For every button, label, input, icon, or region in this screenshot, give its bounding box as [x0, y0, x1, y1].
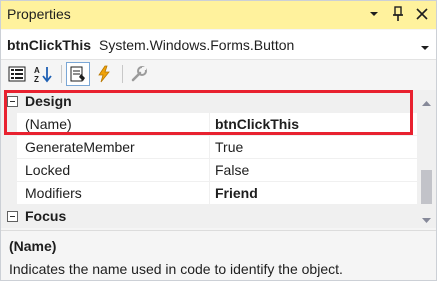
property-grid: Design (Name) btnClickThis GenerateMembe… — [1, 90, 417, 228]
property-name: Locked — [25, 162, 71, 178]
property-name: Modifiers — [25, 185, 82, 201]
row-gutter — [1, 159, 17, 182]
property-value[interactable]: True — [215, 139, 243, 155]
selected-object-name: btnClickThis — [7, 37, 92, 53]
object-selector[interactable]: btnClickThis System.Windows.Forms.Button — [1, 30, 436, 60]
svg-text:A: A — [34, 66, 40, 75]
toolbar-separator — [122, 65, 123, 83]
alphabetical-button[interactable]: A Z — [31, 62, 55, 86]
property-name: (Name) — [25, 116, 72, 132]
column-divider[interactable] — [209, 182, 210, 205]
property-value[interactable]: Friend — [215, 185, 258, 201]
description-pane: (Name) Indicates the name used in code t… — [1, 230, 436, 280]
close-icon[interactable] — [414, 4, 430, 24]
category-label: Focus — [25, 208, 67, 224]
properties-button[interactable] — [66, 62, 90, 86]
property-row-modifiers[interactable]: Modifiers Friend — [1, 182, 417, 205]
row-gutter — [1, 182, 17, 205]
scrollbar-thumb[interactable] — [421, 170, 432, 204]
properties-toolbar: A Z — [1, 60, 436, 88]
description-text: Indicates the name used in code to ident… — [9, 261, 343, 277]
property-row-name[interactable]: (Name) btnClickThis — [1, 113, 417, 136]
categorized-button[interactable] — [5, 62, 29, 86]
property-value[interactable]: False — [215, 162, 249, 178]
category-focus[interactable]: Focus — [1, 205, 417, 228]
scroll-up-icon[interactable] — [421, 94, 432, 110]
column-divider[interactable] — [209, 113, 210, 136]
toolbar-separator — [61, 65, 62, 83]
property-pages-icon — [131, 66, 147, 82]
category-label: Design — [25, 93, 72, 109]
vertical-scrollbar[interactable] — [417, 90, 436, 228]
dropdown-menu-icon[interactable] — [366, 4, 382, 24]
title-bar-controls — [366, 4, 430, 24]
title-bar[interactable]: Properties — [1, 1, 436, 29]
property-pages-button[interactable] — [127, 62, 151, 86]
pin-icon[interactable] — [390, 4, 406, 24]
scroll-down-icon[interactable] — [421, 212, 432, 228]
properties-icon — [70, 66, 85, 82]
property-value[interactable]: btnClickThis — [215, 116, 299, 132]
events-button[interactable] — [92, 62, 116, 86]
categorized-icon — [8, 66, 26, 82]
row-gutter — [1, 113, 17, 136]
property-name: GenerateMember — [25, 139, 135, 155]
description-title: (Name) — [9, 238, 57, 254]
collapse-icon[interactable] — [7, 96, 18, 107]
property-row-locked[interactable]: Locked False — [1, 159, 417, 182]
alphabetical-icon: A Z — [34, 66, 52, 83]
properties-window: Properties btnClickThis System.Windows.F… — [0, 0, 437, 281]
property-row-generatemember[interactable]: GenerateMember True — [1, 136, 417, 159]
collapse-icon[interactable] — [7, 211, 18, 222]
column-divider[interactable] — [209, 159, 210, 182]
events-icon — [98, 65, 110, 83]
chevron-down-icon[interactable] — [420, 39, 430, 55]
category-design[interactable]: Design — [1, 90, 417, 113]
row-gutter — [1, 136, 17, 159]
selected-object-type: System.Windows.Forms.Button — [99, 37, 295, 53]
window-title: Properties — [7, 6, 71, 22]
svg-text:Z: Z — [34, 75, 39, 83]
column-divider[interactable] — [209, 136, 210, 159]
